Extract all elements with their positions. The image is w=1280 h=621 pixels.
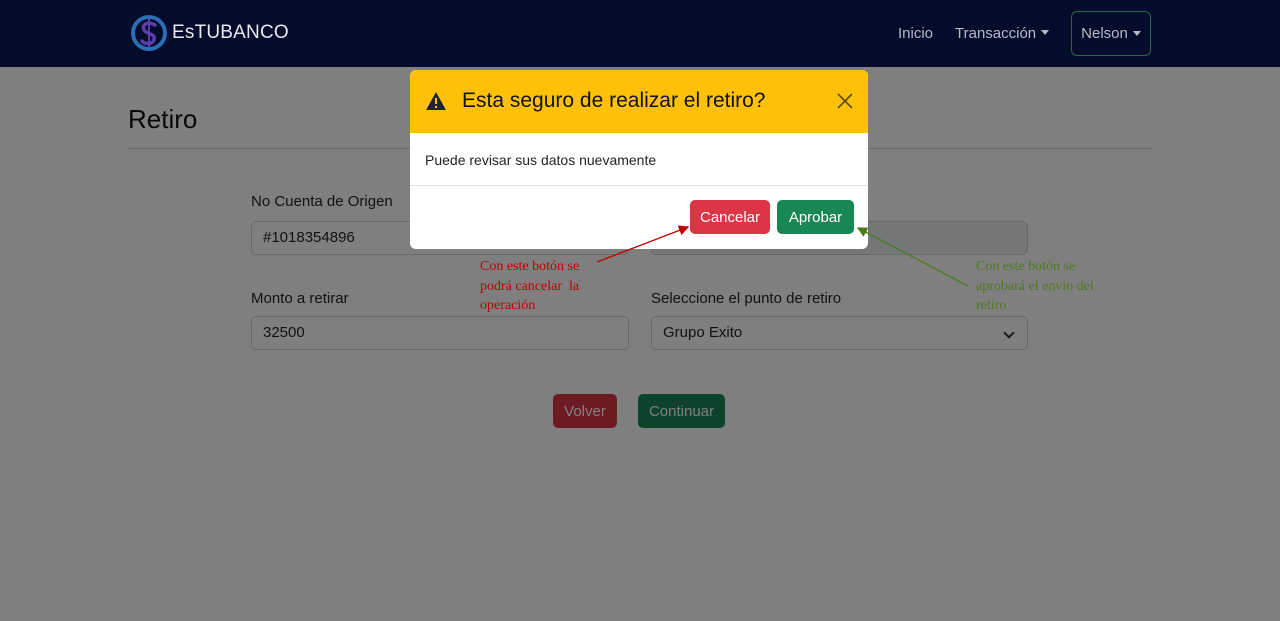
approve-annotation: Con este botón se aprobará el envio del … bbox=[976, 257, 1126, 316]
user-menu-button[interactable]: Nelson bbox=[1071, 11, 1151, 56]
annotation-line: Con este botón se bbox=[976, 259, 1076, 274]
nav-dropdown-transaccion[interactable]: Transacción bbox=[955, 25, 1050, 42]
brand[interactable]: EsTUBANCO bbox=[129, 13, 289, 53]
modal-body-text: Puede revisar sus datos nuevamente bbox=[425, 152, 657, 168]
annotation-line: podrá cancelar la bbox=[480, 278, 580, 294]
nav-link-inicio[interactable]: Inicio bbox=[898, 25, 933, 42]
modal-header: Esta seguro de realizar el retiro? bbox=[410, 70, 868, 133]
approve-button[interactable]: Aprobar bbox=[777, 200, 854, 234]
bank-logo-icon bbox=[131, 15, 167, 51]
warning-icon bbox=[426, 92, 446, 110]
cancel-button[interactable]: Cancelar bbox=[690, 200, 770, 234]
annotation-line: Con este botón se bbox=[480, 259, 580, 274]
modal-divider bbox=[410, 185, 868, 186]
caret-down-icon bbox=[1041, 30, 1050, 35]
caret-down-icon bbox=[1132, 31, 1141, 36]
modal-title: Esta seguro de realizar el retiro? bbox=[462, 89, 766, 112]
confirm-modal: Esta seguro de realizar el retiro? Puede… bbox=[410, 70, 868, 249]
annotation-line: retiro bbox=[976, 298, 1007, 313]
brand-name: EsTUBANCO bbox=[172, 22, 289, 43]
nav-dropdown-label: Transacción bbox=[955, 25, 1037, 42]
close-icon[interactable] bbox=[837, 93, 853, 109]
annotation-line: aprobará el envio del bbox=[976, 278, 1094, 294]
cancel-annotation: Con este botón se podrá cancelar la oper… bbox=[480, 257, 605, 316]
navbar: EsTUBANCO Inicio Transacción Nelson bbox=[0, 0, 1280, 67]
annotation-line: operación bbox=[480, 298, 536, 313]
user-name: Nelson bbox=[1081, 25, 1128, 42]
